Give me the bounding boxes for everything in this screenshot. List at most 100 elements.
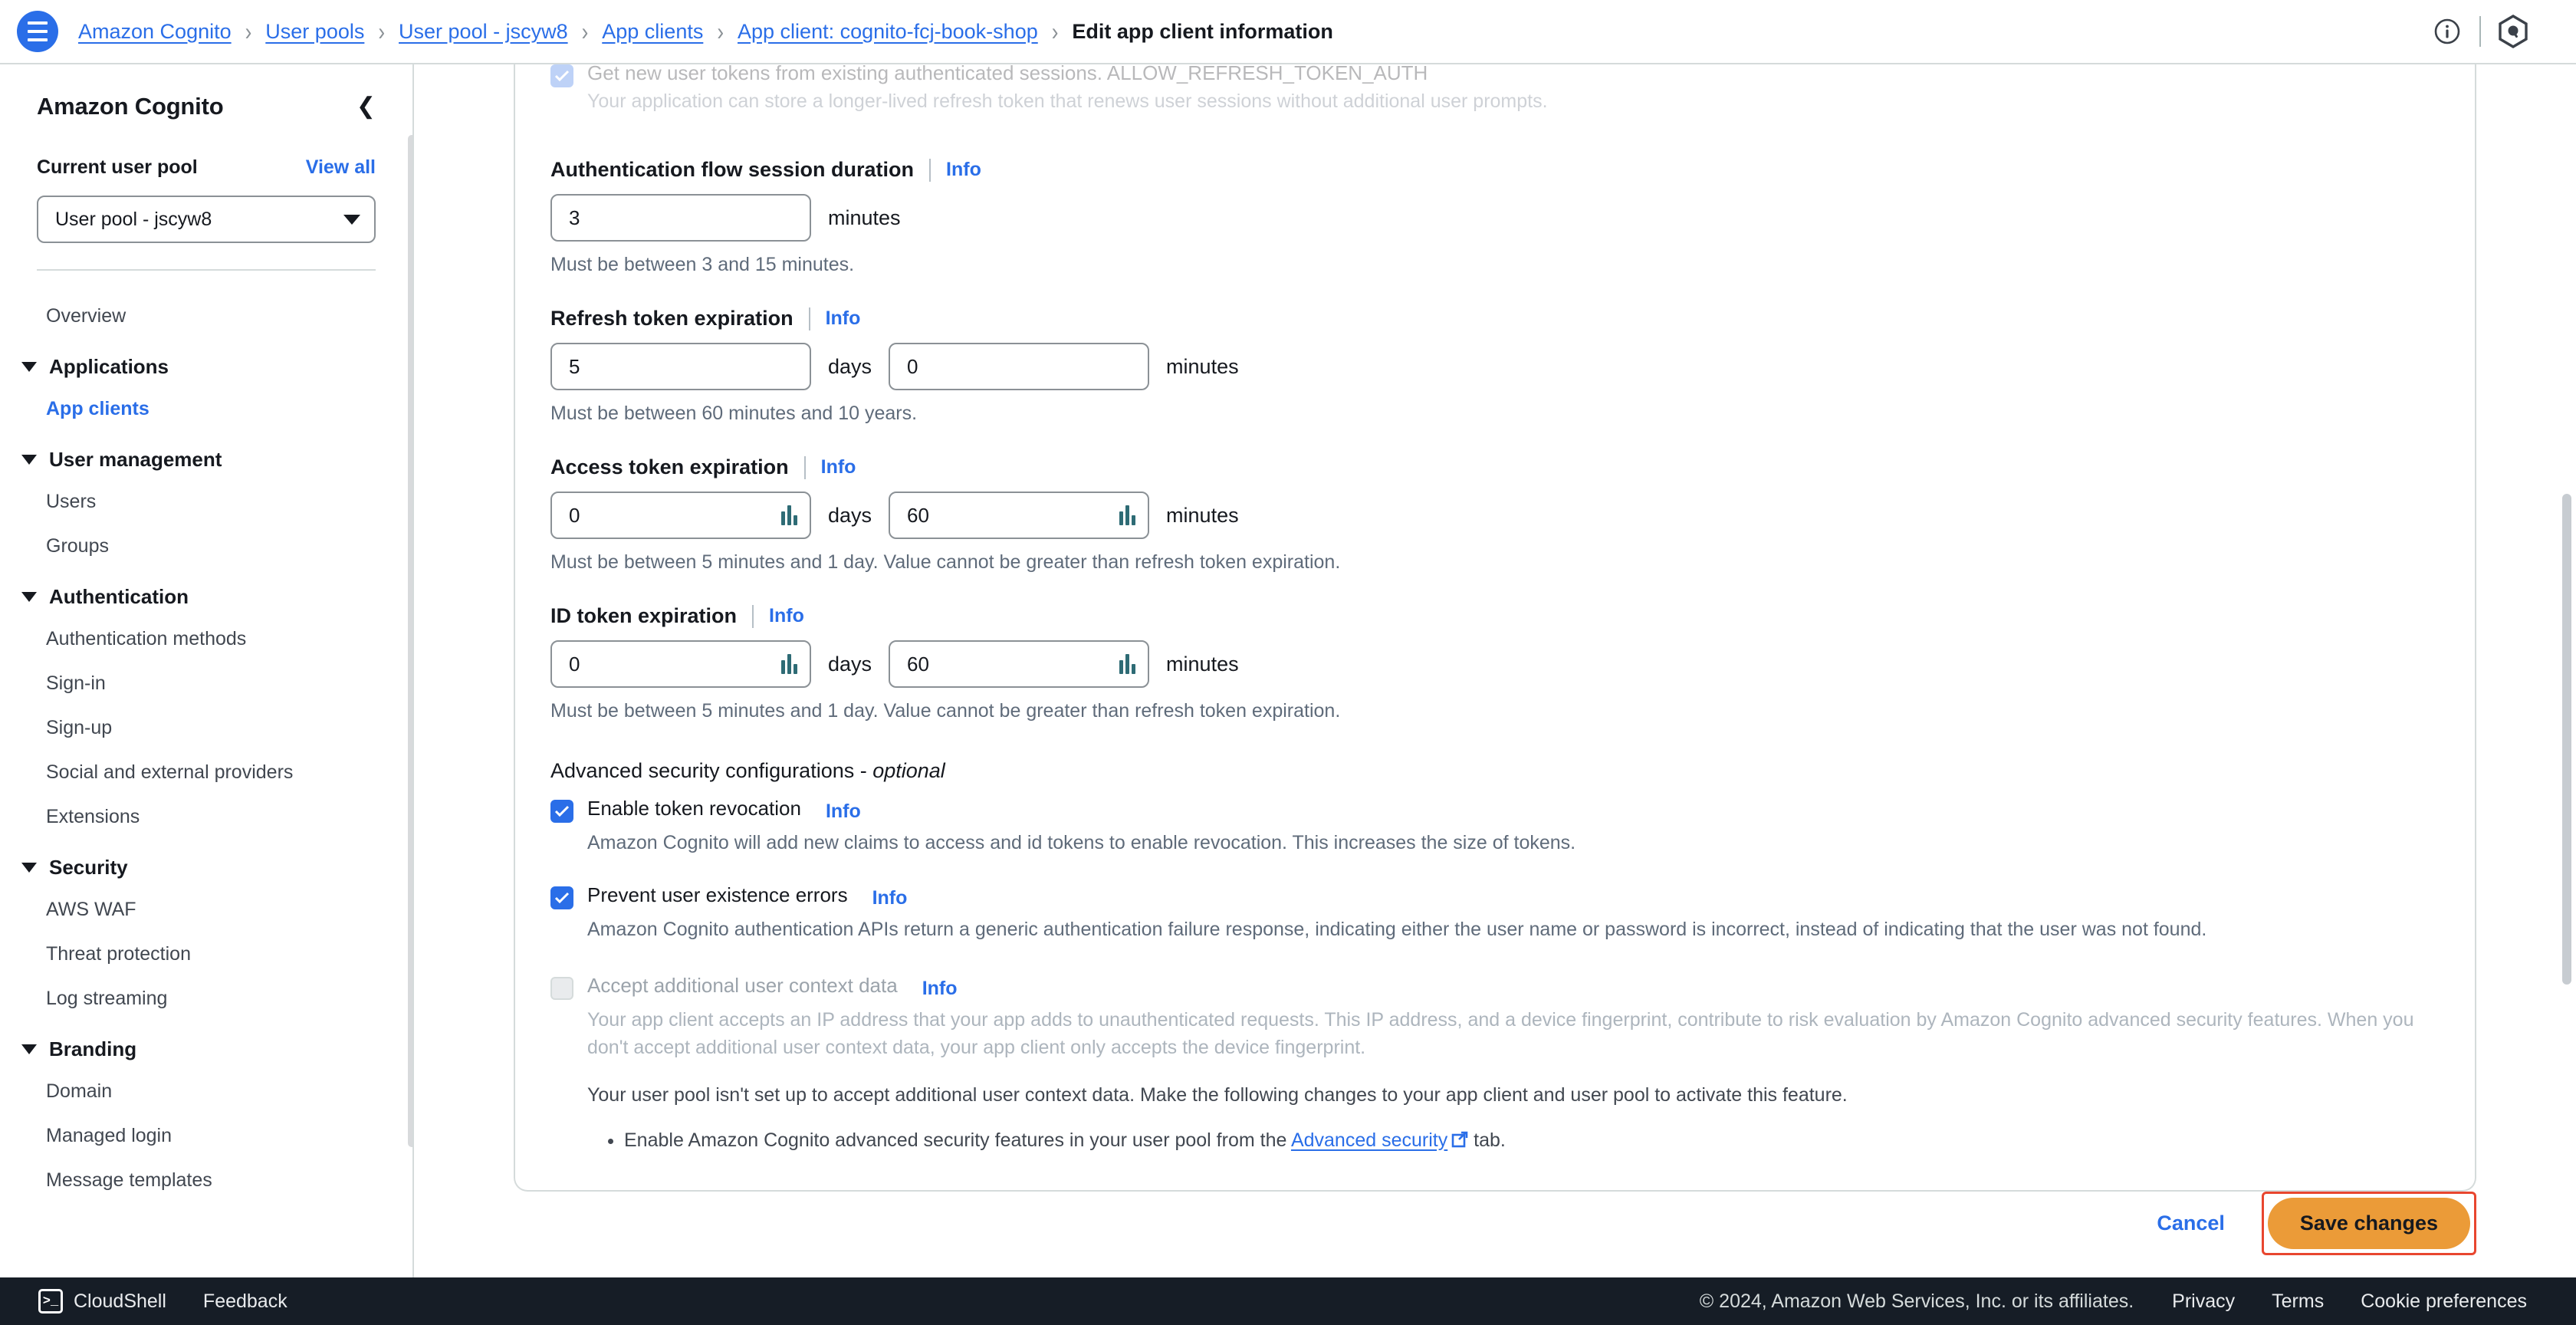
checkbox-prevent-user-existence-errors[interactable] — [550, 886, 573, 909]
advanced-security-link[interactable]: Advanced security — [1291, 1129, 1447, 1151]
sidebar-title: Amazon Cognito — [37, 93, 224, 120]
list-item: Enable Amazon Cognito advanced security … — [624, 1126, 2440, 1157]
auth-flow-session-duration-field: Authentication flow session duration Inf… — [550, 158, 2440, 276]
sidebar-item-social-external-providers[interactable]: Social and external providers — [0, 750, 412, 794]
cloudshell-label: CloudShell — [74, 1290, 166, 1312]
refresh-token-days-input[interactable]: 5 — [550, 343, 811, 391]
info-link-token-revocation[interactable]: Info — [826, 801, 861, 823]
sidebar-group-branding[interactable]: Branding — [0, 1021, 412, 1069]
feedback-link[interactable]: Feedback — [185, 1290, 306, 1313]
sidebar-scrollbar[interactable] — [408, 135, 412, 1147]
sidebar: Amazon Cognito ❮ Current user pool View … — [0, 64, 414, 1279]
access-token-minutes-input[interactable]: 60 — [889, 492, 1150, 540]
sidebar-item-managed-login[interactable]: Managed login — [0, 1113, 412, 1158]
sidebar-group-label: Security — [49, 856, 128, 879]
sidebar-item-groups[interactable]: Groups — [0, 524, 412, 568]
cloudshell-button[interactable]: >_ CloudShell — [20, 1289, 185, 1313]
breadcrumb-item-amazon-cognito[interactable]: Amazon Cognito — [78, 20, 232, 44]
hamburger-menu-icon[interactable] — [17, 11, 58, 52]
auth-flow-session-duration-hint: Must be between 3 and 15 minutes. — [550, 254, 855, 276]
info-link-auth-flow-session[interactable]: Info — [946, 159, 981, 181]
id-token-minutes-unit: minutes — [1166, 652, 1239, 676]
info-circle-icon[interactable] — [2415, 0, 2479, 64]
user-context-data-note: Your user pool isn't set up to accept ad… — [587, 1084, 1848, 1106]
breadcrumb-separator: › — [245, 16, 252, 46]
chevron-down-icon — [343, 214, 360, 225]
label-divider — [803, 455, 806, 479]
access-token-days-input[interactable]: 0 — [550, 492, 811, 540]
save-changes-button[interactable]: Save changes — [2267, 1198, 2470, 1249]
info-link-refresh-token[interactable]: Info — [826, 307, 861, 330]
triangle-down-icon — [21, 592, 37, 602]
number-stepper-icon[interactable] — [781, 505, 797, 526]
external-link-icon — [1451, 1128, 1468, 1157]
sidebar-group-applications[interactable]: Applications — [0, 338, 412, 386]
accept-user-context-data-description: Your app client accepts an IP address th… — [587, 1008, 2414, 1058]
checkbox-allow-refresh-token-auth[interactable] — [550, 64, 573, 87]
breadcrumb-item-user-pools[interactable]: User pools — [265, 20, 364, 44]
prevent-user-existence-errors-description: Amazon Cognito authentication APIs retur… — [587, 918, 2207, 940]
info-link-prevent-user-existence[interactable]: Info — [872, 887, 908, 909]
breadcrumb-item-current: Edit app client information — [1072, 19, 1333, 43]
sidebar-item-overview[interactable]: Overview — [0, 294, 412, 338]
enable-token-revocation-label: Enable token revocation — [587, 797, 801, 820]
main-scrollbar[interactable] — [2562, 494, 2571, 985]
checkbox-accept-user-context-data — [550, 976, 573, 1000]
label-divider — [929, 158, 932, 182]
checkbox-enable-token-revocation[interactable] — [550, 800, 573, 824]
prevent-user-existence-errors-row: Prevent user existence errors Info — [550, 883, 2440, 909]
info-link-access-token[interactable]: Info — [821, 456, 856, 478]
refresh-token-minutes-input[interactable]: 0 — [889, 343, 1150, 391]
prevent-user-existence-errors-label: Prevent user existence errors — [587, 883, 848, 906]
form-actions: Cancel Save changes — [514, 1192, 2476, 1255]
sidebar-item-sign-in[interactable]: Sign-in — [0, 661, 412, 705]
auth-flow-session-duration-unit: minutes — [828, 205, 901, 229]
number-stepper-icon[interactable] — [1119, 654, 1136, 675]
bullet-prefix-text: Enable Amazon Cognito advanced security … — [624, 1129, 1291, 1151]
edit-app-client-panel: Get new user tokens from existing authen… — [514, 64, 2476, 1192]
refresh-token-days-unit: days — [828, 354, 872, 378]
chevron-left-icon[interactable]: ❮ — [350, 92, 382, 121]
sidebar-group-security[interactable]: Security — [0, 839, 412, 887]
accept-user-context-data-label: Accept additional user context data — [587, 973, 898, 997]
advanced-security-title-main: Advanced security configurations - — [550, 759, 873, 783]
view-all-link[interactable]: View all — [306, 156, 376, 179]
access-token-days-value: 0 — [569, 503, 580, 527]
info-link-id-token[interactable]: Info — [769, 605, 804, 627]
breadcrumb-item-app-client[interactable]: App client: cognito-fcj-book-shop — [738, 20, 1038, 44]
user-pool-select[interactable]: User pool - jscyw8 — [37, 196, 376, 243]
cookie-preferences-link[interactable]: Cookie preferences — [2342, 1290, 2545, 1313]
cancel-button[interactable]: Cancel — [2141, 1201, 2240, 1246]
breadcrumb-item-app-clients[interactable]: App clients — [602, 20, 703, 44]
id-token-days-input[interactable]: 0 — [550, 640, 811, 689]
sidebar-item-app-clients[interactable]: App clients — [0, 386, 412, 431]
sidebar-group-authentication[interactable]: Authentication — [0, 568, 412, 616]
breadcrumb-item-user-pool[interactable]: User pool - jscyw8 — [399, 20, 568, 44]
sidebar-item-sign-up[interactable]: Sign-up — [0, 705, 412, 750]
sidebar-item-log-streaming[interactable]: Log streaming — [0, 976, 412, 1021]
bottombar-right-group: © 2024, Amazon Web Services, Inc. or its… — [1700, 1290, 2576, 1313]
sidebar-item-users[interactable]: Users — [0, 479, 412, 524]
id-token-minutes-input[interactable]: 60 — [889, 640, 1150, 689]
terms-link[interactable]: Terms — [2253, 1290, 2342, 1313]
refresh-token-expiration-label: Refresh token expiration — [550, 307, 794, 330]
number-stepper-icon[interactable] — [781, 654, 797, 675]
amazon-q-hexagon-icon[interactable] — [2481, 0, 2545, 64]
sidebar-item-message-templates[interactable]: Message templates — [0, 1158, 412, 1202]
allow-refresh-token-auth-label: Get new user tokens from existing authen… — [587, 64, 1428, 84]
sidebar-item-domain[interactable]: Domain — [0, 1069, 412, 1113]
access-token-expiration-label: Access token expiration — [550, 455, 789, 479]
enable-token-revocation-description: Amazon Cognito will add new claims to ac… — [587, 832, 1576, 854]
access-token-expiration-hint: Must be between 5 minutes and 1 day. Val… — [550, 551, 1341, 574]
info-link-user-context-data[interactable]: Info — [922, 978, 958, 1000]
privacy-link[interactable]: Privacy — [2154, 1290, 2253, 1313]
sidebar-group-user-management[interactable]: User management — [0, 431, 412, 479]
sidebar-item-threat-protection[interactable]: Threat protection — [0, 932, 412, 976]
access-token-minutes-unit: minutes — [1166, 503, 1239, 527]
sidebar-item-aws-waf[interactable]: AWS WAF — [0, 887, 412, 932]
current-user-pool-row: Current user pool View all — [0, 156, 412, 179]
number-stepper-icon[interactable] — [1119, 505, 1136, 526]
auth-flow-session-duration-input[interactable]: 3 — [550, 194, 811, 242]
sidebar-item-extensions[interactable]: Extensions — [0, 794, 412, 839]
sidebar-item-authentication-methods[interactable]: Authentication methods — [0, 616, 412, 661]
